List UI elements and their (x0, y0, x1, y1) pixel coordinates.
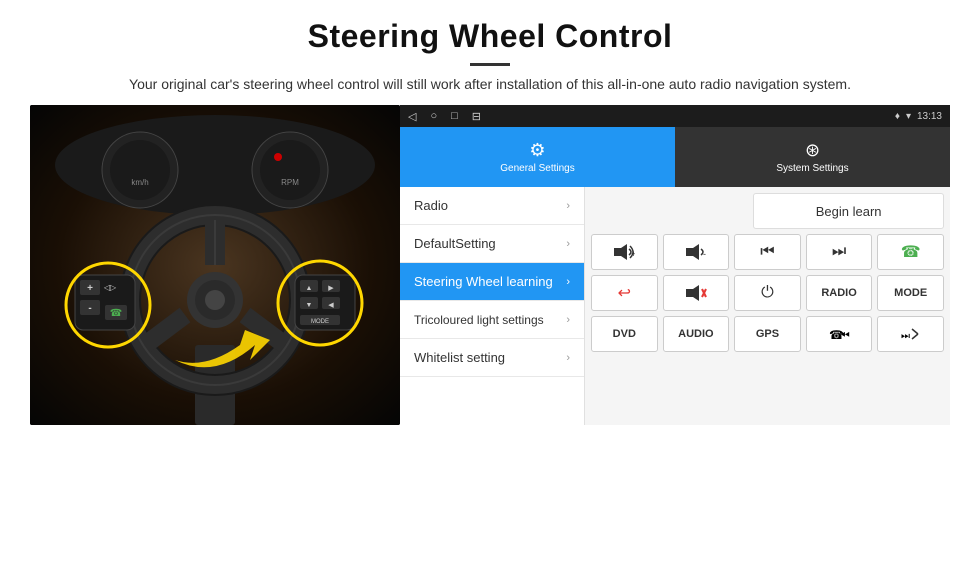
vol-up-button[interactable]: + (591, 234, 658, 270)
svg-text:▶: ▶ (328, 285, 334, 292)
menu-list: Radio › DefaultSetting › Steering Wheel … (400, 187, 585, 425)
settings-tabs: ⚙ General Settings ⊛ System Settings (400, 127, 950, 187)
menu-item-whitelist-label: Whitelist setting (414, 350, 505, 365)
src-next-button[interactable]: ⏭ (877, 316, 944, 352)
page-subtitle: Your original car's steering wheel contr… (100, 74, 880, 95)
chevron-icon-radio: › (566, 200, 570, 212)
svg-text:km/h: km/h (131, 178, 148, 187)
begin-learn-row: Begin learn (591, 193, 944, 229)
tab-general-label: General Settings (500, 163, 575, 174)
wifi-icon: ▾ (906, 111, 911, 122)
svg-text:-: - (88, 303, 91, 314)
svg-text:▼: ▼ (306, 302, 313, 309)
phone-answer-button[interactable]: ☎ (877, 234, 944, 270)
content-section: km/h RPM (0, 105, 980, 562)
menu-item-default[interactable]: DefaultSetting › (400, 225, 584, 263)
menu-item-steering-label: Steering Wheel learning (414, 274, 553, 289)
menu-item-steering[interactable]: Steering Wheel learning › (400, 263, 584, 301)
radio-button[interactable]: RADIO (806, 275, 873, 311)
page-wrapper: Steering Wheel Control Your original car… (0, 0, 980, 562)
page-title: Steering Wheel Control (60, 18, 920, 55)
power-button[interactable]: ⏻ (734, 275, 801, 311)
tablet-section: ◁ ○ □ ⊟ ♦ ▾ 13:13 ⚙ General Settings (400, 105, 950, 425)
chevron-icon-tricoloured: › (566, 314, 570, 326)
mode-button[interactable]: MODE (877, 275, 944, 311)
chevron-icon-steering: › (566, 276, 570, 288)
svg-text:RPM: RPM (281, 178, 299, 187)
begin-learn-button[interactable]: Begin learn (753, 193, 944, 229)
svg-text:☎: ☎ (110, 308, 122, 319)
next-track-button[interactable]: ⏭ (806, 234, 873, 270)
recent-nav-icon[interactable]: □ (451, 110, 458, 122)
mute-button[interactable] (663, 275, 730, 311)
svg-text:⏮: ⏮ (839, 328, 850, 342)
title-divider (470, 63, 510, 66)
tab-general[interactable]: ⚙ General Settings (400, 127, 675, 187)
svg-text:⏭: ⏭ (901, 331, 910, 342)
status-time: 13:13 (917, 111, 942, 122)
header-section: Steering Wheel Control Your original car… (0, 0, 980, 105)
chevron-icon-default: › (566, 238, 570, 250)
svg-text:◁▷: ◁▷ (104, 283, 117, 292)
svg-text:◀: ◀ (328, 302, 334, 309)
status-nav: ◁ ○ □ ⊟ (408, 110, 481, 123)
car-image: km/h RPM (30, 105, 400, 425)
control-row-1: + - ⏮ ⏭ ☎ (591, 234, 944, 270)
control-row-3: DVD AUDIO GPS ☎⏮ ⏭ (591, 316, 944, 352)
menu-item-tricoloured-label: Tricoloured light settings (414, 313, 544, 327)
main-content: Radio › DefaultSetting › Steering Wheel … (400, 187, 950, 425)
menu-item-radio-label: Radio (414, 198, 448, 213)
system-settings-icon: ⊛ (805, 140, 820, 161)
svg-text:+: + (631, 249, 635, 259)
svg-text:MODE: MODE (311, 319, 329, 325)
menu-item-whitelist[interactable]: Whitelist setting › (400, 339, 584, 377)
menu-item-tricoloured[interactable]: Tricoloured light settings › (400, 301, 584, 339)
tab-system[interactable]: ⊛ System Settings (675, 127, 950, 187)
general-settings-icon: ⚙ (529, 140, 545, 161)
vol-down-button[interactable]: - (663, 234, 730, 270)
audio-button[interactable]: AUDIO (663, 316, 730, 352)
status-bar: ◁ ○ □ ⊟ ♦ ▾ 13:13 (400, 105, 950, 127)
svg-text:-: - (703, 249, 706, 259)
chevron-icon-whitelist: › (566, 352, 570, 364)
gps-button[interactable]: GPS (734, 316, 801, 352)
svg-text:+: + (87, 283, 93, 294)
tab-system-label: System Settings (776, 163, 848, 174)
src-prev-button[interactable]: ☎⏮ (806, 316, 873, 352)
menu-item-default-label: DefaultSetting (414, 236, 496, 251)
dvd-button[interactable]: DVD (591, 316, 658, 352)
menu-nav-icon[interactable]: ⊟ (472, 110, 481, 123)
location-icon: ♦ (895, 111, 900, 122)
menu-item-radio[interactable]: Radio › (400, 187, 584, 225)
back-nav-icon[interactable]: ◁ (408, 110, 416, 123)
button-panel: Begin learn + - ⏮ ⏭ ☎ (585, 187, 950, 425)
home-nav-icon[interactable]: ○ (430, 110, 437, 122)
prev-track-button[interactable]: ⏮ (734, 234, 801, 270)
svg-text:▲: ▲ (306, 285, 313, 292)
control-row-2: ↩ ⏻ RADIO MODE (591, 275, 944, 311)
status-right: ♦ ▾ 13:13 (895, 111, 942, 122)
hang-up-button[interactable]: ↩ (591, 275, 658, 311)
